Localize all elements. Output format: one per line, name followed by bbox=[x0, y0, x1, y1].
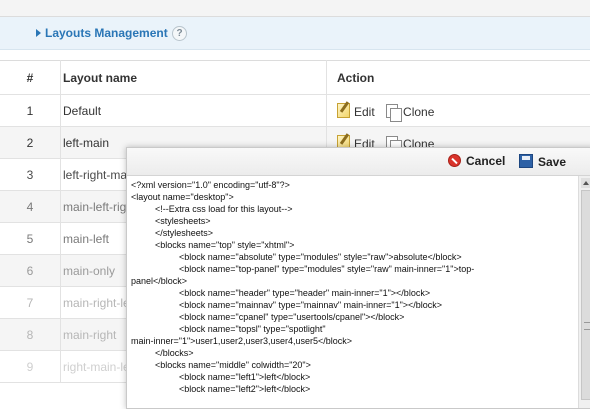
code-line: <?xml version="1.0" encoding="utf-8"?> bbox=[131, 179, 575, 191]
row-number: 8 bbox=[0, 319, 61, 351]
layout-editor-dialog: Cancel Save <?xml version="1.0" encoding… bbox=[126, 147, 590, 409]
code-line: </stylesheets> bbox=[131, 227, 575, 239]
editor-toolbar: Cancel Save bbox=[127, 148, 590, 176]
xml-code-editor[interactable]: <?xml version="1.0" encoding="utf-8"?> <… bbox=[127, 176, 579, 408]
section-header: Layouts Management ? bbox=[0, 17, 590, 50]
row-number: 5 bbox=[0, 223, 61, 255]
section-title[interactable]: Layouts Management bbox=[36, 26, 168, 40]
code-line: <block name="left2">left</block> bbox=[131, 383, 575, 395]
clone-button[interactable]: Clone bbox=[386, 104, 434, 119]
column-header-number: # bbox=[0, 61, 61, 95]
code-line: <block name="topsl" type="spotlight" bbox=[131, 323, 575, 335]
cancel-icon bbox=[448, 154, 461, 167]
cancel-button[interactable]: Cancel bbox=[448, 154, 505, 168]
code-line: <blocks name="top" style="xhtml"> bbox=[131, 239, 575, 251]
clone-icon bbox=[386, 104, 398, 118]
code-line: <block name="left1">left</block> bbox=[131, 371, 575, 383]
row-number: 7 bbox=[0, 287, 61, 319]
save-button[interactable]: Save bbox=[519, 154, 566, 169]
code-line: <!--Extra css load for this layout--> bbox=[131, 203, 575, 215]
scrollbar-thumb[interactable] bbox=[581, 190, 590, 400]
row-number: 4 bbox=[0, 191, 61, 223]
code-line: panel</block> bbox=[131, 275, 575, 287]
code-line: <layout name="desktop"> bbox=[131, 191, 575, 203]
column-header-action: Action bbox=[327, 61, 590, 95]
table-header-row: # Layout name Action bbox=[0, 61, 590, 95]
code-line: <block name="header" type="header" main-… bbox=[131, 287, 575, 299]
column-header-layout-name: Layout name bbox=[61, 61, 327, 95]
code-line: main-inner="1">user1,user2,user3,user4,u… bbox=[131, 335, 575, 347]
save-icon bbox=[519, 154, 533, 168]
row-number: 9 bbox=[0, 351, 61, 383]
top-bar bbox=[0, 0, 590, 17]
code-line: <block name="top-panel" type="modules" s… bbox=[131, 263, 575, 275]
row-number: 2 bbox=[0, 127, 61, 159]
row-actions: Edit Clone bbox=[327, 95, 590, 127]
layout-name: Default bbox=[61, 95, 327, 127]
code-line: <blocks name="middle" colwidth="20"> bbox=[131, 359, 575, 371]
row-number: 1 bbox=[0, 95, 61, 127]
editor-scrollbar[interactable] bbox=[578, 176, 590, 408]
row-number: 6 bbox=[0, 255, 61, 287]
scroll-up-arrow-icon[interactable] bbox=[581, 178, 590, 188]
code-line: <stylesheets> bbox=[131, 215, 575, 227]
code-line: <block name="mainnav" type="mainnav" mai… bbox=[131, 299, 575, 311]
code-line: </blocks> bbox=[131, 347, 575, 359]
code-line: <block name="cpanel" type="usertools/cpa… bbox=[131, 311, 575, 323]
grip-icon bbox=[584, 322, 590, 330]
edit-button[interactable]: Edit bbox=[337, 103, 375, 119]
edit-icon bbox=[337, 103, 350, 118]
table-row: 1 Default Edit Clone bbox=[0, 95, 590, 127]
code-line: <block name="absolute" type="modules" st… bbox=[131, 251, 575, 263]
row-number: 3 bbox=[0, 159, 61, 191]
help-icon[interactable]: ? bbox=[172, 26, 187, 41]
